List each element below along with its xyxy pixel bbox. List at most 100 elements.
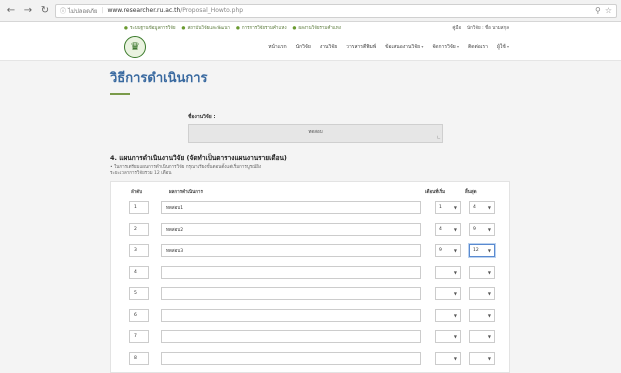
dropdown-arrow-icon: ▼ <box>454 334 457 339</box>
reload-icon[interactable]: ↻ <box>38 4 52 18</box>
dropdown-arrow-icon: ▼ <box>454 313 457 318</box>
menu-item[interactable]: งานวิจัย <box>320 43 337 51</box>
end-month-value: 4 <box>473 205 476 210</box>
top-link[interactable]: ระบบฐานข้อมูลการวิจัย <box>124 24 176 31</box>
end-month-select[interactable]: ▼ <box>469 287 495 300</box>
title-underline <box>110 93 130 95</box>
start-month-select[interactable]: 4▼ <box>435 223 461 236</box>
row-index-field[interactable]: 3 <box>129 244 149 257</box>
site-header: ♛ หน้าแรก นักวิจัย งานวิจัย วารสารตีพิมพ์ ข้… <box>0 33 621 61</box>
end-month-value: 9 <box>473 227 476 232</box>
project-name-label: ชื่องานวิจัย : <box>188 113 510 121</box>
row-index-field[interactable]: 8 <box>129 352 149 365</box>
row-index-field[interactable]: 2 <box>129 223 149 236</box>
end-month-select[interactable]: 4▼ <box>469 201 495 214</box>
section-note: • ในการเตรียมแผนการดำเนินการวิจัย กรุณาเ… <box>110 165 510 177</box>
resize-handle-icon[interactable]: ∟ <box>437 135 441 141</box>
dropdown-arrow-icon: ▼ <box>454 227 457 232</box>
header-end-month: สิ้นสุด <box>461 188 497 195</box>
menu-item[interactable]: หน้าแรก <box>268 43 286 51</box>
end-month-value: 12 <box>473 248 479 253</box>
security-label: ไม่ปลอดภัย <box>68 6 97 16</box>
security-indicator[interactable]: ⓘ ไม่ปลอดภัย <box>60 6 97 16</box>
forward-icon[interactable]: → <box>21 4 35 18</box>
menu-item[interactable]: จัดการวิจัย <box>432 43 459 51</box>
task-input[interactable] <box>161 266 421 279</box>
address-bar[interactable]: ⓘ ไม่ปลอดภัย | www.researcher.ru.ac.th/P… <box>55 4 617 18</box>
section-note-line: ระยะเวลาการวิจัยรวม 12 เดือน <box>110 171 510 177</box>
top-link[interactable]: การการวิจัยรามคำแหง <box>236 24 287 31</box>
start-month-select[interactable]: ▼ <box>435 266 461 279</box>
url-path: /Proposal_Howto.php <box>180 7 243 14</box>
menu-item[interactable]: ติดต่อเรา <box>468 43 488 51</box>
bookmark-star-icon[interactable]: ☆ <box>605 6 612 15</box>
project-name-field[interactable]: ทดสอบ ∟ <box>188 124 443 143</box>
task-input[interactable] <box>161 352 421 365</box>
end-month-select[interactable]: ▼ <box>469 330 495 343</box>
start-month-select[interactable]: ▼ <box>435 352 461 365</box>
menu-item[interactable]: ผู้ใช้ <box>497 43 509 51</box>
section-title: 4. แผนการดำเนินงานวิจัย (จัดทำเป็นตารางแ… <box>110 153 510 163</box>
manual-link[interactable]: คู่มือ <box>452 24 461 31</box>
end-month-select[interactable]: 12 ▼ <box>469 244 495 257</box>
row-index-field[interactable]: 1 <box>129 201 149 214</box>
row-index-field[interactable]: 5 <box>129 287 149 300</box>
dropdown-arrow-icon: ▼ <box>488 334 491 339</box>
start-month-select[interactable]: 9▼ <box>435 244 461 257</box>
dropdown-arrow-icon: ▼ <box>488 248 491 253</box>
row-index-field[interactable]: 4 <box>129 266 149 279</box>
table-row: 1ทดสอบ11▼4▼ <box>115 197 505 219</box>
address-separator: | <box>101 7 103 14</box>
dropdown-arrow-icon: ▼ <box>454 248 457 253</box>
task-input[interactable] <box>161 330 421 343</box>
row-index-field[interactable]: 7 <box>129 330 149 343</box>
header-index: ลำดับ <box>115 188 151 195</box>
table-row: 2ทดสอบ24▼9▼ <box>115 219 505 241</box>
main-content: วิธีการดำเนินการ ชื่องานวิจัย : ทดสอบ ∟ … <box>110 61 510 373</box>
start-month-value: 1 <box>439 205 442 210</box>
web-page: ระบบฐานข้อมูลการวิจัย สถาบันวิจัยและพัฒนา… <box>0 22 621 360</box>
task-input[interactable]: ทดสอบ3 <box>161 244 421 257</box>
start-month-select[interactable]: ▼ <box>435 287 461 300</box>
end-month-select[interactable]: ▼ <box>469 309 495 322</box>
top-link[interactable]: สถาบันวิจัยและพัฒนา <box>182 24 230 31</box>
table-row: 3 ทดสอบ3 9▼ 12 ▼ <box>115 240 505 262</box>
url-text: www.researcher.ru.ac.th/Proposal_Howto.p… <box>107 7 243 14</box>
start-month-select[interactable]: 1▼ <box>435 201 461 214</box>
user-link[interactable]: นักวิจัย : ชื่อ นามสกุล <box>467 24 509 31</box>
start-month-select[interactable]: ▼ <box>435 330 461 343</box>
start-month-value: 4 <box>439 227 442 232</box>
dropdown-arrow-icon: ▼ <box>488 356 491 361</box>
table-header: ลำดับ ผลการดำเนินการ เดือนที่เริ่ม สิ้นส… <box>115 185 505 197</box>
url-host: www.researcher.ru.ac.th <box>107 7 180 14</box>
task-input[interactable]: ทดสอบ2 <box>161 223 421 236</box>
dropdown-arrow-icon: ▼ <box>488 291 491 296</box>
menu-item[interactable]: นักวิจัย <box>296 43 311 51</box>
table-row: 6 ▼ ▼ <box>115 305 505 327</box>
end-month-select[interactable]: 9▼ <box>469 223 495 236</box>
search-icon[interactable]: ⚲ <box>595 6 601 15</box>
top-link[interactable]: ผลงานวิจัยรามคำแหง <box>293 24 341 31</box>
table-body: 1ทดสอบ11▼4▼2ทดสอบ24▼9▼3ทดสอบ39▼12▼4▼▼5▼▼… <box>115 197 505 369</box>
task-input[interactable] <box>161 309 421 322</box>
menu-item[interactable]: ข้อเสนองานวิจัย <box>385 43 423 51</box>
table-row: 7 ▼ ▼ <box>115 326 505 348</box>
info-icon: ⓘ <box>60 6 66 15</box>
browser-toolbar: ← → ↻ ⓘ ไม่ปลอดภัย | www.researcher.ru.a… <box>0 0 621 22</box>
table-row: 8 ▼ ▼ <box>115 348 505 370</box>
university-logo[interactable]: ♛ <box>124 36 146 58</box>
dropdown-arrow-icon: ▼ <box>454 356 457 361</box>
dropdown-arrow-icon: ▼ <box>488 270 491 275</box>
table-row: 4 ▼ ▼ <box>115 262 505 284</box>
task-input[interactable]: ทดสอบ1 <box>161 201 421 214</box>
back-icon[interactable]: ← <box>4 4 18 18</box>
task-input[interactable] <box>161 287 421 300</box>
end-month-select[interactable]: ▼ <box>469 266 495 279</box>
start-month-select[interactable]: ▼ <box>435 309 461 322</box>
row-index-field[interactable]: 6 <box>129 309 149 322</box>
end-month-select[interactable]: ▼ <box>469 352 495 365</box>
menu-item[interactable]: วารสารตีพิมพ์ <box>346 43 376 51</box>
dropdown-arrow-icon: ▼ <box>488 205 491 210</box>
table-row: 5 ▼ ▼ <box>115 283 505 305</box>
dropdown-arrow-icon: ▼ <box>454 205 457 210</box>
